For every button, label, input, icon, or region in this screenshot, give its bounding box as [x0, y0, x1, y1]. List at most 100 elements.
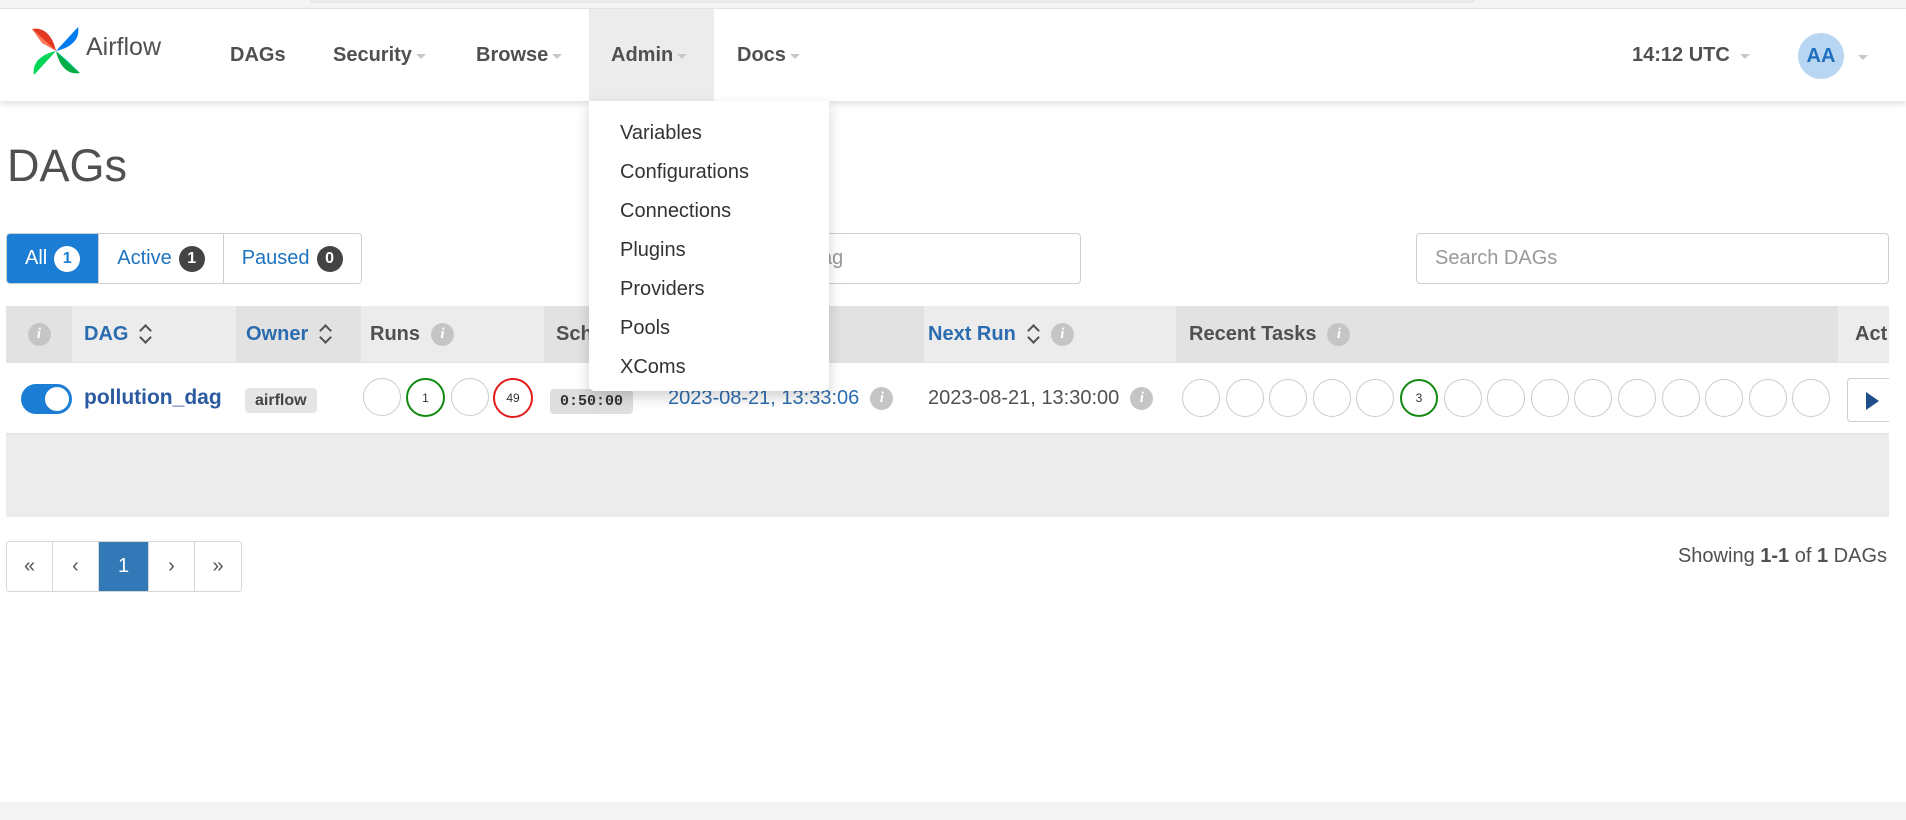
nav-security[interactable]: Security: [311, 9, 448, 101]
page-first-button[interactable]: «: [7, 542, 53, 591]
task-state-circle-none[interactable]: [1182, 379, 1220, 417]
top-navbar: Airflow DAGs Security Browse Admin Docs …: [0, 9, 1906, 101]
chevron-down-icon: [552, 54, 563, 59]
avatar: AA: [1798, 33, 1844, 79]
menu-item-variables[interactable]: Variables: [589, 114, 829, 153]
filter-paused-count: 0: [316, 245, 343, 272]
menu-item-providers[interactable]: Providers: [589, 270, 829, 309]
chevron-down-icon: [1739, 54, 1750, 59]
footer-strip: [0, 802, 1906, 820]
header-next-run[interactable]: Next Run i: [928, 306, 1074, 362]
status-filter-group: All 1 Active 1 Paused 0: [6, 233, 362, 284]
table-row: pollution_dag airflow 1 49 0:50:00 2023-…: [6, 362, 1889, 434]
page-prev-button[interactable]: ‹: [53, 542, 99, 591]
task-state-circle-none[interactable]: [1487, 379, 1526, 417]
showing-suffix: DAGs: [1833, 545, 1887, 567]
info-icon[interactable]: i: [431, 322, 454, 346]
page-last-button[interactable]: »: [195, 542, 241, 591]
dags-table: i DAG Owner Runs i Sch Next Run i Recent T…: [6, 306, 1889, 517]
table-header: i DAG Owner Runs i Sch Next Run i Recent T…: [6, 306, 1889, 362]
browser-top-strip: [0, 0, 1906, 9]
header-owner[interactable]: Owner: [236, 306, 361, 362]
task-state-circle-none[interactable]: [1661, 379, 1700, 417]
task-state-circle-none[interactable]: [1225, 379, 1264, 417]
showing-prefix: Showing: [1677, 545, 1755, 567]
header-dag-label: DAG: [84, 322, 129, 345]
nav-docs-label: Docs: [737, 43, 786, 66]
owner-badge[interactable]: airflow: [245, 388, 317, 413]
header-runs: Runs i: [370, 306, 454, 362]
showing-count-text: Showing 1-1 of 1 DAGs: [1678, 545, 1887, 568]
clock-label: 14:12 UTC: [1632, 43, 1730, 66]
info-icon[interactable]: i: [1327, 322, 1351, 346]
info-icon[interactable]: i: [1130, 386, 1154, 410]
header-dag[interactable]: DAG: [84, 306, 152, 362]
page-next-button[interactable]: ›: [149, 542, 195, 591]
run-state-circle-failed[interactable]: 49: [493, 378, 533, 418]
header-schedule-label: Sch: [556, 322, 593, 345]
utc-clock[interactable]: 14:12 UTC: [1632, 9, 1750, 101]
showing-total: 1: [1816, 545, 1829, 567]
showing-range: 1-1: [1760, 545, 1790, 567]
airflow-pinwheel-icon: [32, 27, 80, 75]
run-state-circle-success[interactable]: 1: [406, 378, 445, 417]
task-state-circle-none[interactable]: [1443, 379, 1482, 417]
nav-docs[interactable]: Docs: [715, 9, 822, 101]
task-state-circle-none[interactable]: [1356, 379, 1395, 417]
dag-id-link[interactable]: pollution_dag: [84, 363, 222, 433]
nav-dags[interactable]: DAGs: [208, 9, 308, 101]
sort-icon: [140, 323, 152, 345]
task-state-circle-none[interactable]: [1792, 379, 1831, 417]
trigger-dag-button[interactable]: [1847, 378, 1889, 422]
nav-admin[interactable]: Admin: [589, 9, 714, 101]
sort-icon: [320, 323, 332, 345]
nav-browse[interactable]: Browse: [454, 9, 584, 101]
chevron-down-icon: [789, 54, 800, 59]
chevron-down-icon: [677, 54, 688, 59]
task-state-circle-none[interactable]: [1312, 379, 1351, 417]
header-toggle-col: i: [6, 306, 72, 362]
filter-paused-button[interactable]: Paused 0: [223, 234, 361, 283]
filter-all-button[interactable]: All 1: [7, 234, 100, 283]
filter-active-count: 1: [178, 245, 205, 272]
chevron-down-icon: [1858, 55, 1868, 60]
filter-paused-label: Paused: [241, 247, 310, 269]
brand-logo[interactable]: Airflow: [28, 23, 161, 79]
nav-browse-label: Browse: [476, 43, 549, 66]
header-recent-tasks-label: Recent Tasks: [1189, 322, 1317, 345]
filter-all-label: All: [25, 247, 48, 269]
task-state-circle-none[interactable]: [1530, 379, 1569, 417]
next-run-cell: 2023-08-21, 13:30:00 i: [928, 363, 1154, 433]
dag-pause-toggle[interactable]: [21, 384, 72, 414]
task-state-circle-none[interactable]: [1618, 379, 1656, 417]
menu-item-plugins[interactable]: Plugins: [589, 231, 829, 270]
header-runs-label: Runs: [370, 322, 420, 345]
header-next-run-label: Next Run: [928, 322, 1016, 345]
task-state-circle-success[interactable]: 3: [1400, 379, 1438, 417]
filter-active-button[interactable]: Active 1: [99, 234, 224, 283]
nav-dags-label: DAGs: [230, 43, 286, 66]
nav-admin-label: Admin: [611, 43, 674, 66]
menu-item-connections[interactable]: Connections: [589, 192, 829, 231]
task-state-circle-none[interactable]: [1574, 379, 1613, 417]
page-title: DAGs: [7, 140, 128, 191]
info-icon[interactable]: i: [870, 386, 894, 410]
run-state-circle-running[interactable]: [451, 378, 489, 416]
info-icon[interactable]: i: [27, 322, 51, 346]
header-owner-label: Owner: [246, 322, 309, 345]
search-input[interactable]: [1416, 233, 1889, 284]
task-state-circle-none[interactable]: [1705, 379, 1744, 417]
schedule-badge[interactable]: 0:50:00: [550, 389, 634, 414]
task-state-circle-none[interactable]: [1748, 379, 1787, 417]
page-current-button[interactable]: 1: [99, 542, 149, 591]
chevron-down-icon: [415, 54, 426, 59]
run-state-circle-queued[interactable]: [363, 378, 401, 416]
task-state-circle-none[interactable]: [1269, 379, 1308, 417]
info-icon[interactable]: i: [1050, 322, 1074, 346]
showing-of: of: [1794, 545, 1812, 567]
user-menu[interactable]: AA: [1798, 33, 1868, 79]
menu-item-configurations[interactable]: Configurations: [589, 153, 829, 192]
menu-item-pools[interactable]: Pools: [589, 309, 829, 348]
menu-item-xcoms[interactable]: XComs: [589, 348, 829, 387]
filter-active-label: Active: [117, 247, 172, 269]
